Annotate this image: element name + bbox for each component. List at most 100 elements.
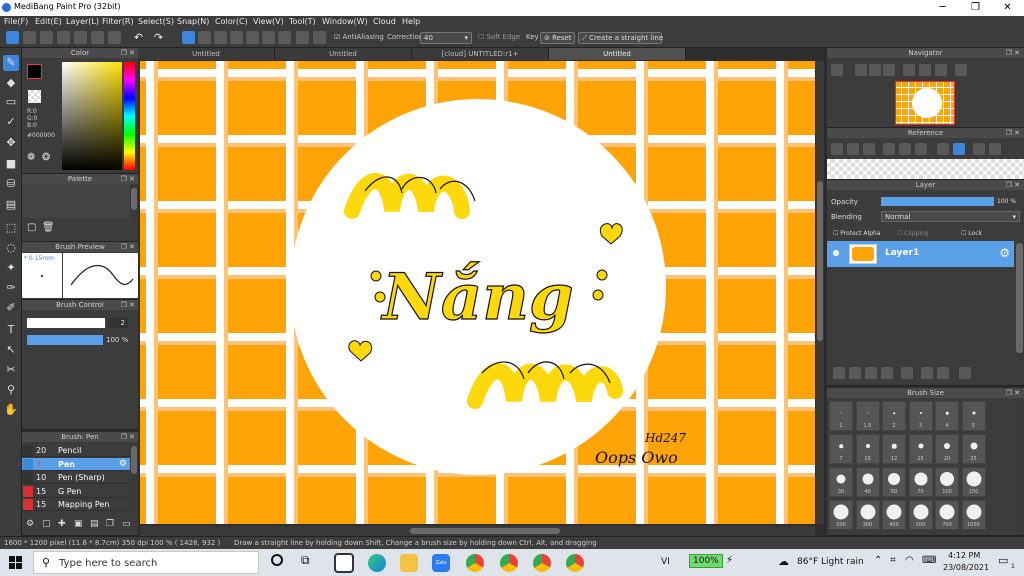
reference-view[interactable]	[827, 159, 1024, 179]
canvas-vertical-scrollbar[interactable]	[816, 61, 824, 524]
clipping-checkbox[interactable]: ☐ Clipping	[897, 230, 929, 237]
undo-icon[interactable]: ↶	[132, 31, 145, 44]
palette-scrollbar[interactable]	[130, 184, 138, 218]
ref-zoom-in-icon[interactable]	[883, 143, 895, 155]
brush-size-cell[interactable]: 300	[855, 500, 880, 530]
ref-fit-icon[interactable]	[899, 143, 911, 155]
primary-color-swatch[interactable]	[27, 64, 42, 79]
brush-copy-icon[interactable]: ❐	[106, 519, 114, 529]
close-icon[interactable]: ❐ ✕	[1006, 48, 1020, 58]
brush-size-cell[interactable]: 400	[882, 500, 906, 530]
dot-tool-icon[interactable]: ✓	[3, 114, 19, 130]
brush-size-cell[interactable]: 700	[935, 500, 959, 530]
brush-size-cell[interactable]: 5	[961, 401, 986, 431]
keyboard-icon[interactable]: ⌨	[922, 555, 936, 566]
redo-icon[interactable]: ↷	[152, 31, 165, 44]
menu-help[interactable]: Help	[402, 17, 420, 26]
export-icon[interactable]	[91, 31, 104, 44]
document-tab-4[interactable]: Untitled	[549, 48, 686, 60]
chrome-icon[interactable]	[533, 554, 551, 572]
chevron-up-icon[interactable]: ⌃	[874, 555, 882, 566]
color-wheel-icon[interactable]: ❁	[27, 152, 35, 163]
menu-layer[interactable]: Layer(L)	[66, 17, 99, 26]
close-icon[interactable]: ❐ ✕	[121, 432, 135, 442]
close-reference-icon[interactable]	[863, 143, 875, 155]
document-tab-1[interactable]: Untitled	[138, 48, 275, 60]
taskbar-search-box[interactable]: ⚲ Type here to search	[33, 551, 259, 574]
brush-size-cell[interactable]: 500	[908, 500, 933, 530]
lock-checkbox[interactable]: ☐ Lock	[961, 230, 982, 237]
cloud-icon[interactable]	[6, 31, 19, 44]
add-layer-menu-icon[interactable]	[881, 367, 893, 379]
palette-swatch-area[interactable]	[22, 184, 130, 218]
brush-list-item[interactable]: 10 Pen (Sharp)	[22, 471, 130, 484]
brush-edit-icon[interactable]: ▣	[74, 519, 83, 529]
open-file-icon[interactable]	[57, 31, 70, 44]
layer-folder-icon[interactable]	[901, 367, 913, 379]
brush-size-cell[interactable]: 200	[829, 500, 853, 530]
brush-size-cell[interactable]: 1	[829, 401, 853, 431]
hand-tool-icon[interactable]: ✋	[3, 402, 19, 418]
magic-wand-tool-icon[interactable]: ✦	[3, 260, 19, 276]
select-pen-tool-icon[interactable]: ✑	[3, 280, 19, 296]
close-icon[interactable]: ❐ ✕	[121, 300, 135, 310]
brush-list-scrollbar[interactable]	[130, 444, 138, 514]
brush-size-cell[interactable]: 4	[935, 401, 959, 431]
layer-row[interactable]: Layer1 ⚙	[827, 241, 1014, 267]
menu-snap[interactable]: Snap(N)	[177, 17, 209, 26]
medibang-taskbar-icon[interactable]	[334, 553, 354, 573]
zalo-icon[interactable]: Zalo	[432, 554, 450, 572]
clock-time[interactable]: 4:12 PM	[948, 551, 980, 560]
fill-rect-tool-icon[interactable]: ■	[3, 156, 19, 172]
ref-eyedropper-icon[interactable]	[937, 143, 949, 155]
zoom-out-icon[interactable]	[855, 64, 867, 76]
antialiasing-checkbox[interactable]: ☑ AntiAliasing	[334, 33, 384, 41]
edge-icon[interactable]	[368, 554, 386, 572]
ref-hand-icon[interactable]	[953, 143, 965, 155]
menu-select[interactable]: Select(S)	[138, 17, 174, 26]
menu-cloud[interactable]: Cloud	[373, 17, 396, 26]
brush-size-cell[interactable]: 10	[855, 434, 880, 464]
brush-size-cell[interactable]: 3	[908, 401, 933, 431]
trash-icon[interactable]: 🗑	[42, 222, 55, 233]
brush-list-item[interactable]: 15 Mapping Pen	[22, 498, 130, 511]
actual-size-icon[interactable]	[883, 64, 895, 76]
eraser-tool-icon[interactable]: ◆	[3, 75, 19, 91]
drawing-canvas[interactable]: Nắng Hd247 Oops Owo	[140, 61, 815, 524]
network-icon[interactable]: ⌗	[890, 555, 896, 566]
file-explorer-icon[interactable]	[400, 554, 418, 572]
menu-view[interactable]: View(V)	[253, 17, 284, 26]
menu-edit[interactable]: Edit(E)	[35, 17, 62, 26]
vanishing-point-icon[interactable]	[230, 31, 243, 44]
protect-alpha-checkbox[interactable]: ☐ Protect Alpha	[833, 230, 880, 237]
maximize-button[interactable]: ❐	[959, 0, 992, 16]
merge-layer-icon[interactable]	[937, 367, 949, 379]
visibility-icon[interactable]	[833, 250, 839, 256]
gradient-tool-icon[interactable]: ▤	[3, 197, 19, 213]
folder-icon[interactable]	[847, 143, 859, 155]
new-file-icon[interactable]	[23, 31, 36, 44]
language-indicator[interactable]: VI	[661, 557, 670, 567]
brush-size-cell[interactable]: 12	[882, 434, 906, 464]
brush-gear-icon[interactable]: ⚙	[119, 459, 127, 469]
settings-icon[interactable]	[313, 31, 326, 44]
ref-settings-icon[interactable]	[989, 143, 1001, 155]
blending-select[interactable]: Normal ▾	[881, 211, 1020, 222]
brush-list-item[interactable]: 15 G Pen	[22, 484, 130, 498]
ref-rotate-icon[interactable]	[973, 143, 985, 155]
correction-select[interactable]: 40 ▾	[420, 32, 472, 44]
cloud-reference-icon[interactable]	[831, 143, 843, 155]
brush-size-cell[interactable]: 50	[882, 467, 906, 497]
notification-icon[interactable]: ▭	[998, 554, 1008, 567]
hue-slider[interactable]	[124, 62, 135, 170]
brush-list-item[interactable]: 20 Pencil	[22, 444, 130, 457]
snap-off-icon[interactable]	[182, 31, 195, 44]
brush-size-cell[interactable]: 40	[855, 467, 880, 497]
comment-icon[interactable]	[40, 31, 53, 44]
add-brush-icon[interactable]: ✚	[58, 519, 66, 529]
minimize-button[interactable]: ─	[926, 0, 959, 16]
straight-line-button[interactable]: ⟋ Create a straight line	[578, 32, 663, 44]
rectangle-tool-icon[interactable]: ▭	[3, 94, 19, 110]
brush-size-cell[interactable]: 2	[882, 401, 906, 431]
brush-size-scrollbar[interactable]	[1015, 399, 1024, 534]
